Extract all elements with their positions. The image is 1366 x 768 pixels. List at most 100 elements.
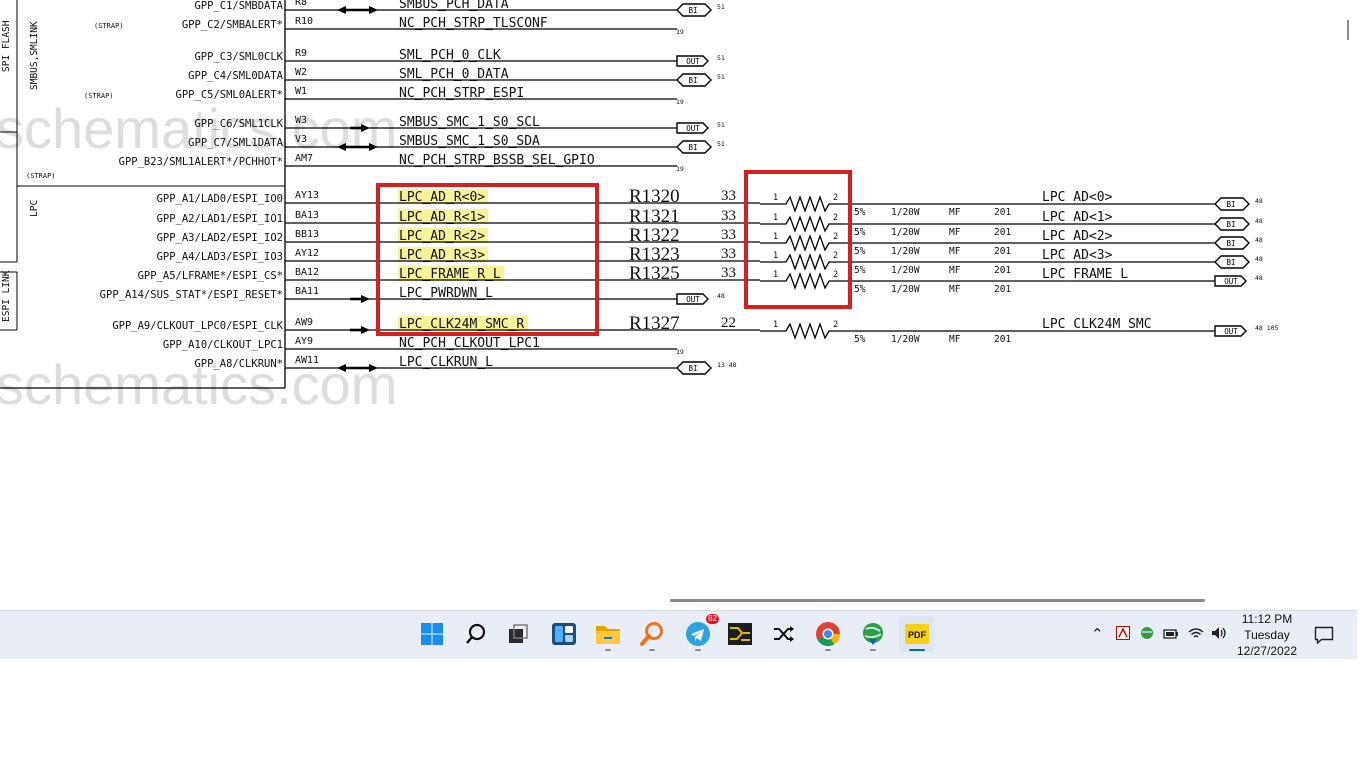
magnifier-app-icon xyxy=(640,622,663,646)
net-name: LPC_FRAME_L xyxy=(1042,267,1128,282)
resistor-type: MF xyxy=(949,334,961,345)
taskbar: 82 PDF ⌃ 11:12 PM Tuesday 12/27/2022 xyxy=(0,610,1357,659)
task-view-icon xyxy=(509,624,528,643)
page-reference: 48 xyxy=(717,292,725,300)
page-reference: 51 xyxy=(717,54,725,62)
ball-number: BA12 xyxy=(295,267,319,278)
notification-center-button[interactable] xyxy=(1314,626,1334,649)
ball-number: BA11 xyxy=(295,286,319,297)
shuffle-app-button[interactable] xyxy=(766,616,802,652)
pin-name: GPP_A9/CLKOUT_LPC0/ESPI_CLK xyxy=(112,320,283,332)
connector-type-label: BI xyxy=(1226,220,1235,229)
pdf-label: PDF xyxy=(908,630,927,640)
internet-download-manager-button[interactable] xyxy=(855,616,891,652)
resistor-pin-2: 2 xyxy=(833,251,838,261)
resistor-tolerance: 5% xyxy=(854,334,866,345)
resistor-value: 33 xyxy=(721,208,736,224)
clock[interactable]: 11:12 PM Tuesday 12/27/2022 xyxy=(1228,611,1306,659)
pdf-viewer-page: schematics.com schematics.com SMBUS,SMLINK… xyxy=(0,0,1341,608)
task-view-button[interactable] xyxy=(500,616,536,652)
resistor-pin-1: 1 xyxy=(773,213,778,223)
connector-type-label: BI xyxy=(1226,258,1235,267)
chevron-up-icon[interactable]: ⌃ xyxy=(1091,625,1104,643)
chrome-button[interactable] xyxy=(810,616,846,652)
vertical-scrollbar[interactable] xyxy=(1341,0,1356,608)
shuffle-icon xyxy=(774,626,794,642)
circuit-board-icon xyxy=(728,623,752,645)
net-name: LPC_AD<3> xyxy=(1042,248,1113,263)
file-explorer-button[interactable] xyxy=(590,616,626,652)
ball-number: W3 xyxy=(295,115,307,126)
ball-number: BA13 xyxy=(295,210,319,221)
resistor-pin-2: 2 xyxy=(833,320,838,330)
page-reference: 19 xyxy=(676,165,684,173)
resistor-type: MF xyxy=(949,265,961,276)
running-indicator xyxy=(649,649,655,651)
start-button[interactable] xyxy=(414,616,450,652)
pin-name: GPP_A1/LAD0/ESPI_IO0 xyxy=(157,193,283,205)
page-reference: 48 xyxy=(1255,197,1263,205)
search-app-button[interactable] xyxy=(634,616,670,652)
search-button[interactable] xyxy=(458,616,494,652)
telegram-button[interactable]: 82 xyxy=(680,614,719,652)
ball-number: R10 xyxy=(295,16,313,27)
strap-label: (STRAP) xyxy=(84,92,114,100)
connector-type-label: OUT xyxy=(686,295,700,304)
running-indicator xyxy=(605,649,611,651)
widgets-button[interactable] xyxy=(546,616,582,652)
connector-type-label: BI xyxy=(688,364,697,373)
resistor-power: 1/20W xyxy=(891,334,920,345)
notification-badge: 82 xyxy=(706,614,719,624)
telegram-icon xyxy=(686,622,710,646)
resistor-tolerance: 5% xyxy=(854,207,866,218)
resistor-tolerance: 5% xyxy=(854,265,866,276)
strap-label: (STRAP) xyxy=(26,172,56,180)
boardview-button[interactable] xyxy=(722,616,758,652)
volume-icon[interactable] xyxy=(1210,625,1228,645)
connector-type-label: BI xyxy=(688,76,697,85)
ball-number: W2 xyxy=(295,67,307,78)
clock-date: 12/27/2022 xyxy=(1236,644,1298,658)
connector-type-label: OUT xyxy=(686,124,700,133)
resistor-type: MF xyxy=(949,207,961,218)
resistor-value: 22 xyxy=(721,315,736,331)
resistor-tolerance: 5% xyxy=(854,227,866,238)
resistor-refdes: R1327 xyxy=(629,313,680,334)
horizontal-scrollbar-thumb[interactable] xyxy=(670,599,1205,602)
net-name: LPC_AD<0> xyxy=(1042,190,1113,205)
pdf-viewer-button[interactable]: PDF xyxy=(899,616,935,652)
page-reference: 13 48 xyxy=(717,361,737,369)
wifi-icon[interactable] xyxy=(1188,626,1204,644)
widgets-icon xyxy=(552,623,576,645)
windows-logo-icon xyxy=(421,623,443,645)
page-reference: 48 xyxy=(1255,217,1263,225)
resistor-value: 33 xyxy=(721,246,736,262)
resistor-refdes: R1325 xyxy=(629,263,680,284)
network-globe-tray-icon[interactable] xyxy=(1140,626,1155,644)
spi-section-label: SPI FLASH xyxy=(1,20,12,72)
folder-icon xyxy=(596,626,620,644)
ball-number: AW11 xyxy=(295,355,319,366)
running-indicator xyxy=(695,649,701,651)
resistor-pin-1: 1 xyxy=(773,251,778,261)
ball-number: BB13 xyxy=(295,229,319,240)
pin-name: GPP_C6/SML1CLK xyxy=(194,118,283,130)
resistor-value: 33 xyxy=(721,227,736,243)
resistor-power: 1/20W xyxy=(891,284,920,295)
resistor-power: 1/20W xyxy=(891,265,920,276)
page-reference: 48 105 xyxy=(1255,324,1279,332)
running-indicator xyxy=(870,649,876,651)
smbus-section-label: SMBUS,SMLINK xyxy=(29,21,40,90)
pin-name: GPP_A14/SUS_STAT*/ESPI_RESET* xyxy=(100,289,283,301)
resistor-size: 201 xyxy=(994,246,1011,257)
net-name: LPC_AD<1> xyxy=(1042,210,1113,225)
page-reference: 48 xyxy=(1255,274,1263,282)
acrobat-tray-icon[interactable] xyxy=(1116,626,1130,644)
page-reference: 19 xyxy=(676,98,684,106)
message-icon xyxy=(1314,626,1334,645)
battery-icon[interactable] xyxy=(1163,627,1179,644)
ball-number: V3 xyxy=(295,134,307,145)
page-reference: 51 xyxy=(717,140,725,148)
vertical-scrollbar-thumb[interactable] xyxy=(1347,20,1349,40)
page-reference: 19 xyxy=(676,348,684,356)
